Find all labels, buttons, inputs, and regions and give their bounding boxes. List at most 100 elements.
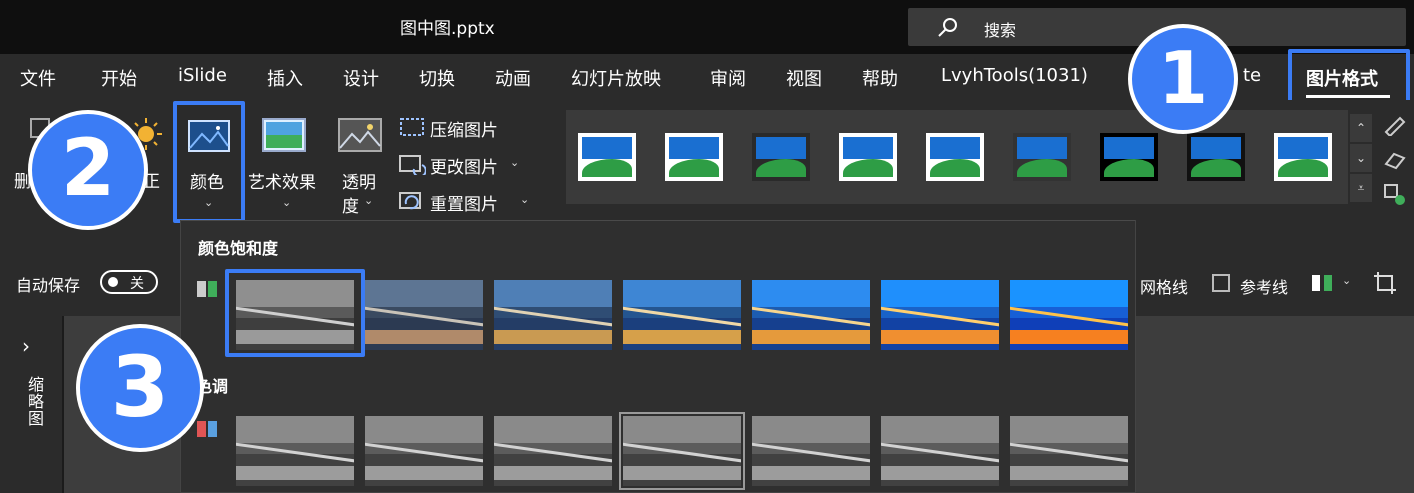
tab-lvyhtools[interactable]: LvyhTools(1031)	[941, 65, 1088, 86]
transparency-label-2: 度	[342, 197, 359, 217]
style-thumb-hill	[843, 159, 893, 177]
tone-option-3[interactable]	[494, 416, 612, 486]
transparency-icon	[338, 118, 382, 152]
chevron-down-icon: ⌄	[364, 194, 374, 207]
search-label: 搜索	[984, 21, 1017, 40]
thumb-lights	[752, 330, 870, 344]
tone-section-icon	[197, 421, 217, 437]
autosave-label: 自动保存	[16, 276, 81, 295]
thumb-lights	[881, 466, 999, 480]
tab-partial-te[interactable]: te	[1243, 65, 1261, 86]
chevron-down-icon[interactable]: ⌄	[510, 156, 519, 169]
style-thumb-sky	[1104, 137, 1154, 159]
toggle-knob	[108, 277, 118, 287]
picture-style-3[interactable]	[752, 133, 810, 181]
thumb-lights	[365, 330, 483, 344]
thumb-lights	[1010, 466, 1128, 480]
thumbnails-label[interactable]: 缩略图	[22, 376, 46, 427]
gallery-more-button[interactable]: ⩡	[1350, 174, 1372, 202]
picture-border-icon	[1384, 116, 1406, 136]
thumb-lights	[236, 466, 354, 480]
style-thumb-hill	[1191, 159, 1241, 177]
picture-style-8[interactable]	[1187, 133, 1245, 181]
thumb-lights	[494, 466, 612, 480]
style-thumb-hill	[1278, 159, 1328, 177]
saturation-option-3[interactable]	[494, 280, 612, 350]
saturation-option-5[interactable]	[752, 280, 870, 350]
tab-animations[interactable]: 动画	[495, 65, 531, 91]
chevron-down-icon: ⌄	[282, 196, 292, 209]
active-tab-underline	[1306, 95, 1390, 98]
tone-option-5[interactable]	[752, 416, 870, 486]
thumb-lights	[1010, 330, 1128, 344]
picture-style-4[interactable]	[839, 133, 897, 181]
compress-pictures-label[interactable]: 压缩图片	[430, 116, 498, 141]
saturation-option-7[interactable]	[1010, 280, 1128, 350]
tab-picture-format[interactable]: 图片格式	[1306, 65, 1378, 91]
style-thumb-sky	[756, 137, 806, 159]
autosave-state: 关	[130, 276, 144, 292]
gallery-scroll-down[interactable]: ⌄	[1350, 144, 1372, 172]
tab-insert[interactable]: 插入	[267, 65, 303, 91]
picture-style-7[interactable]	[1100, 133, 1158, 181]
artistic-effects-button[interactable]: 艺术效果 ⌄	[248, 104, 326, 220]
style-thumb-hill	[582, 159, 632, 177]
picture-style-5[interactable]	[926, 133, 984, 181]
tab-view[interactable]: 视图	[786, 65, 822, 91]
tab-design[interactable]: 设计	[343, 65, 379, 91]
transparency-button[interactable]: 透明 度 ⌄	[334, 104, 386, 220]
gridlines-label[interactable]: 网格线	[1140, 274, 1188, 298]
step-badge-3: 3	[76, 324, 204, 452]
tone-option-1[interactable]	[236, 416, 354, 486]
tone-option-7[interactable]	[1010, 416, 1128, 486]
style-thumb-hill	[669, 159, 719, 177]
thumb-lights	[365, 466, 483, 480]
step-badge-1: 1	[1128, 24, 1238, 134]
style-thumb-sky	[1191, 137, 1241, 159]
reset-picture-label[interactable]: 重置图片	[430, 190, 498, 215]
change-picture-label[interactable]: 更改图片	[430, 153, 498, 178]
tone-option-4[interactable]	[619, 412, 745, 490]
tab-home[interactable]: 开始	[101, 65, 137, 91]
document-title: 图中图.pptx	[400, 19, 495, 39]
tab-islide[interactable]: iSlide	[178, 65, 227, 86]
style-thumb-sky	[930, 137, 980, 159]
crop-icon[interactable]	[1372, 270, 1398, 296]
compress-pictures-icon	[400, 118, 424, 136]
saturation-option-2[interactable]	[365, 280, 483, 350]
expand-pane-icon[interactable]: ›	[22, 334, 30, 358]
style-thumb-sky	[1017, 137, 1067, 159]
gallery-scroll-up[interactable]: ⌃	[1350, 114, 1372, 142]
step-badge-2: 2	[28, 110, 148, 230]
tab-slideshow[interactable]: 幻灯片放映	[571, 65, 661, 91]
picture-layout-icon	[1384, 184, 1405, 205]
thumb-lights	[881, 330, 999, 344]
chevron-down-icon[interactable]: ⌄	[520, 193, 529, 206]
picture-style-9[interactable]	[1274, 133, 1332, 181]
tab-review[interactable]: 审阅	[710, 65, 746, 91]
align-icon[interactable]	[1310, 272, 1336, 294]
guides-label[interactable]: 参考线	[1240, 274, 1288, 298]
saturation-option-6[interactable]	[881, 280, 999, 350]
picture-style-1[interactable]	[578, 133, 636, 181]
artistic-effects-label: 艺术效果	[248, 173, 316, 193]
color-button[interactable]: 颜色 ⌄	[176, 104, 242, 220]
picture-style-2[interactable]	[665, 133, 723, 181]
saturation-option-4[interactable]	[623, 280, 741, 350]
guides-checkbox[interactable]	[1212, 274, 1230, 292]
dropdown-top-border	[181, 220, 1135, 221]
tab-file[interactable]: 文件	[20, 65, 56, 91]
chevron-down-icon[interactable]: ⌄	[1342, 274, 1351, 287]
tone-option-2[interactable]	[365, 416, 483, 486]
autosave-toggle[interactable]: 关	[100, 270, 158, 294]
saturation-option-1[interactable]	[236, 280, 354, 350]
tab-transitions[interactable]: 切换	[419, 65, 455, 91]
tab-help[interactable]: 帮助	[862, 65, 898, 91]
picture-style-6[interactable]	[1013, 133, 1071, 181]
change-picture-icon	[399, 155, 426, 175]
color-label: 颜色	[190, 173, 224, 193]
tone-option-6[interactable]	[881, 416, 999, 486]
picture-effects-icon	[1384, 152, 1406, 170]
search-icon	[938, 18, 957, 37]
saturation-section-icon	[197, 281, 217, 297]
